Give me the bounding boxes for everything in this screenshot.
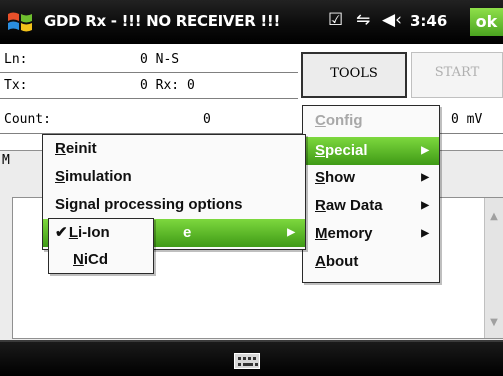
divider [0, 98, 298, 99]
mv-value: 0 mV [451, 112, 483, 127]
menu-item-raw-data[interactable]: Raw Data ▶ [303, 192, 439, 220]
start-button[interactable]: START [411, 52, 503, 98]
submenu-arrow-icon: ▶ [421, 172, 429, 183]
m-label: M [2, 153, 10, 168]
soft-key-bar [0, 340, 503, 376]
tools-button[interactable]: TOOLS [301, 52, 407, 98]
connectivity-icon[interactable]: ⇋ [356, 10, 370, 30]
count-label: Count: [4, 112, 51, 127]
battery-type-submenu: ✔ Li-Ion NiCd [48, 218, 154, 274]
menu-item-memory[interactable]: Memory ▶ [303, 220, 439, 248]
divider [0, 72, 298, 73]
tx-label: Tx: [4, 78, 28, 93]
count-value: 0 [203, 112, 211, 127]
ln-value: 0 N-S [140, 52, 180, 67]
menu-item-special[interactable]: Special ▶ [303, 137, 439, 165]
scrollbar[interactable]: ▲ ▼ [484, 198, 503, 338]
menu-item-signal-processing-options[interactable]: Signal processing options [43, 191, 305, 219]
menu-item-about[interactable]: About [303, 248, 439, 276]
ok-button[interactable]: ok [470, 8, 503, 36]
keyboard-icon[interactable] [234, 353, 260, 369]
menu-item-config[interactable]: Config [303, 107, 439, 135]
title-bar: GDD Rx - !!! NO RECEIVER !!! ☑ ⇋ ◀‹ 3:46… [0, 0, 503, 44]
submenu-arrow-icon: ▶ [421, 200, 429, 211]
menu-item-show[interactable]: Show ▶ [303, 164, 439, 192]
ln-label: Ln: [4, 52, 28, 67]
checkmark-icon: ✔ [55, 224, 68, 241]
tools-menu: Config Special ▶ Show ▶ Raw Data ▶ Memory ▶ … [302, 105, 440, 283]
submenu-arrow-icon: ▶ [421, 228, 429, 239]
menu-item-reinit[interactable]: Reinit [43, 135, 305, 163]
tx-value: 0 Rx: 0 [140, 78, 195, 93]
checklist-icon[interactable]: ☑ [328, 10, 343, 30]
windows-start-icon[interactable] [6, 9, 34, 35]
submenu-arrow-icon: ▶ [287, 227, 295, 238]
clock[interactable]: 3:46 [410, 12, 447, 30]
menu-item-nicd[interactable]: NiCd [49, 246, 153, 274]
scroll-up-icon[interactable]: ▲ [488, 212, 500, 222]
volume-icon[interactable]: ◀‹ [382, 10, 402, 30]
menu-item-simulation[interactable]: Simulation [43, 163, 305, 191]
menu-item-li-ion[interactable]: ✔ Li-Ion [49, 219, 153, 247]
submenu-arrow-icon: ▶ [421, 145, 429, 156]
window-title: GDD Rx - !!! NO RECEIVER !!! [44, 12, 280, 30]
scroll-down-icon[interactable]: ▼ [488, 318, 500, 328]
